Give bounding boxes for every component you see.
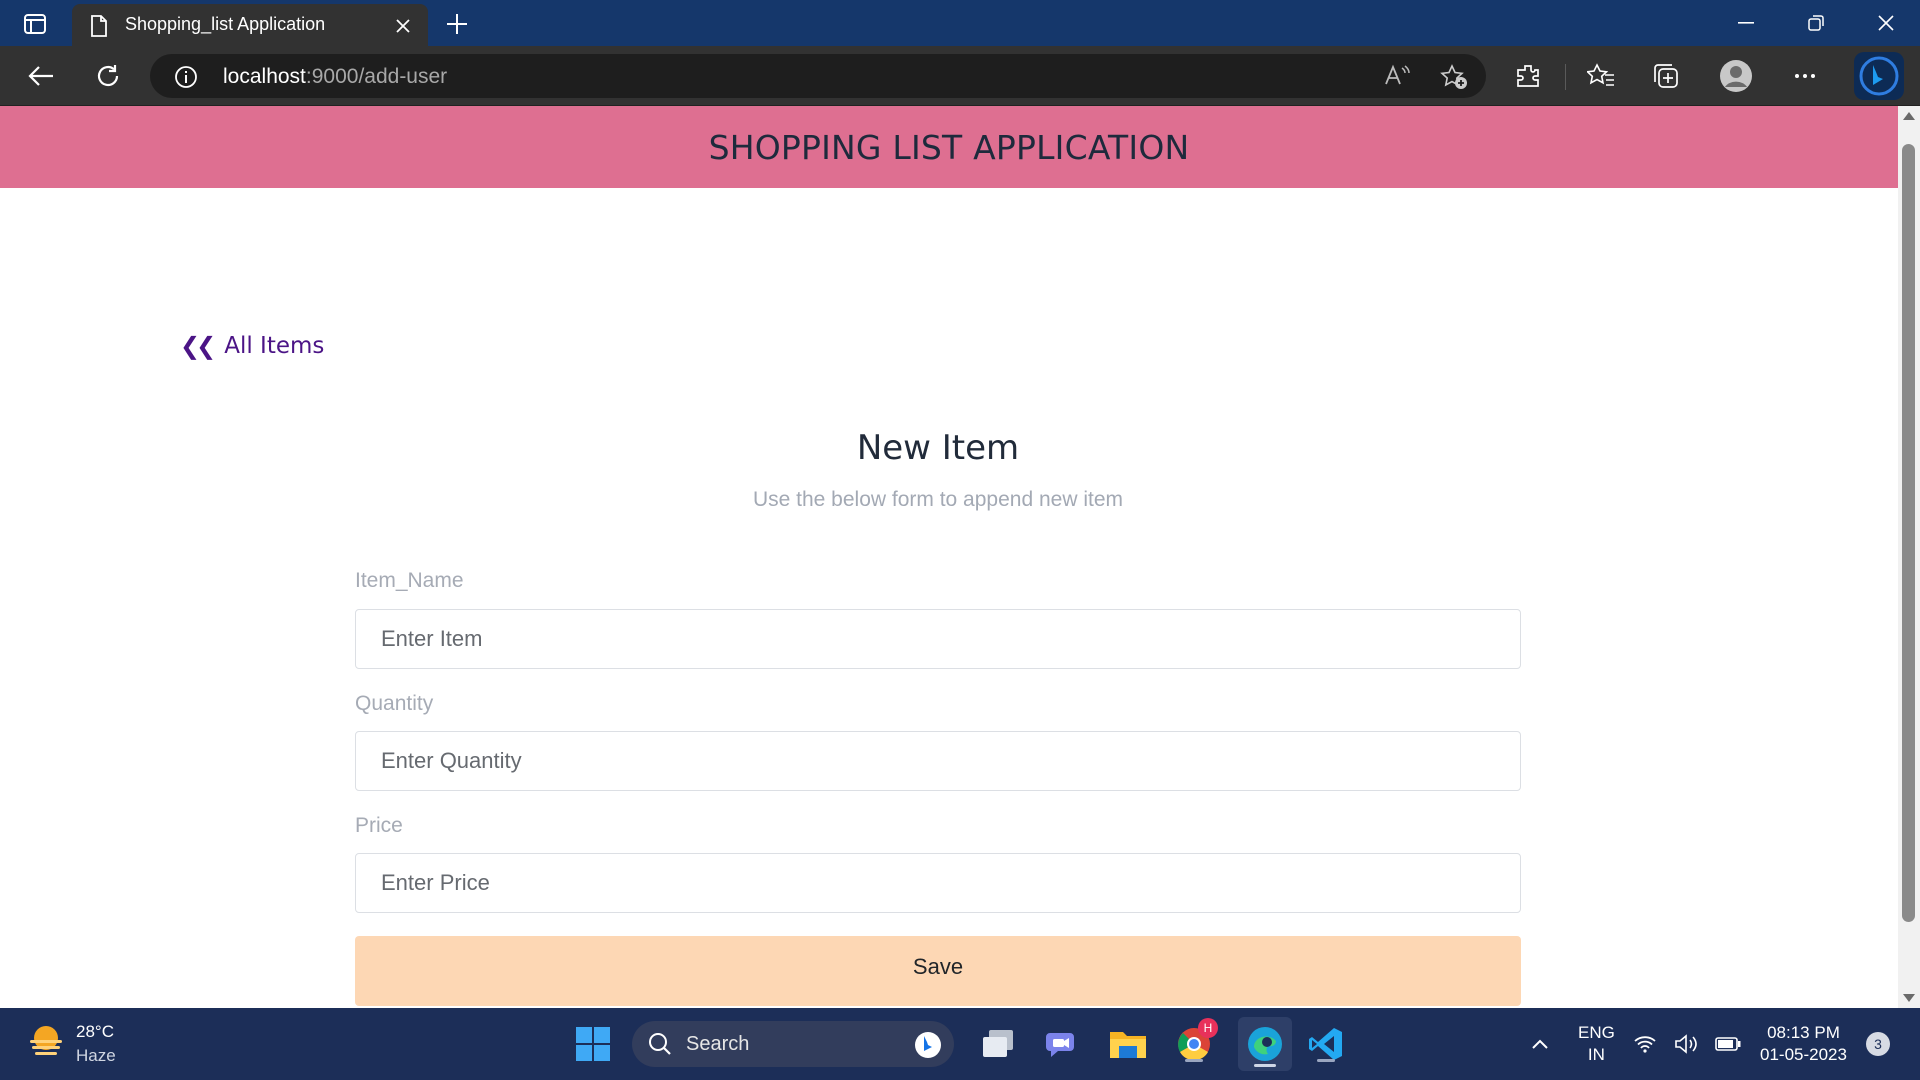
weather-temp: 28°C: [76, 1022, 114, 1041]
active-window-indicator: [1254, 1064, 1276, 1067]
bing-icon: [914, 1031, 942, 1064]
bing-chat-icon[interactable]: [1854, 52, 1904, 100]
quantity-input[interactable]: [355, 731, 1521, 791]
scroll-up-arrow-icon[interactable]: [1903, 112, 1915, 120]
price-label: Price: [355, 814, 403, 837]
weather-condition: Haze: [76, 1046, 116, 1065]
search-icon: [648, 1032, 672, 1061]
new-tab-button[interactable]: [442, 9, 472, 39]
quantity-label: Quantity: [355, 692, 434, 715]
search-label: Search: [686, 1033, 750, 1055]
page-scrollbar[interactable]: [1898, 106, 1920, 1008]
chrome-icon[interactable]: H: [1172, 1018, 1218, 1066]
form-title: New Item: [856, 428, 1020, 468]
wifi-icon[interactable]: [1630, 1022, 1660, 1066]
app-header: SHOPPING LIST APPLICATION: [0, 106, 1898, 188]
teams-chat-icon[interactable]: [1041, 1022, 1085, 1066]
url-path: :9000/add-user: [305, 65, 448, 88]
task-view-icon[interactable]: [976, 1022, 1020, 1066]
running-indicator: [1185, 1059, 1203, 1062]
save-button[interactable]: Save: [355, 936, 1521, 1006]
clock-date: 01-05-2023: [1760, 1045, 1847, 1064]
address-bar[interactable]: localhost:9000/add-user: [150, 54, 1486, 98]
scroll-thumb[interactable]: [1902, 144, 1915, 922]
profile-avatar-icon[interactable]: [1717, 58, 1755, 94]
windows-taskbar: 28°C Haze Search H ENG IN 08:13 PM 01-05…: [0, 1008, 1920, 1080]
start-windows-icon[interactable]: [571, 1022, 615, 1066]
browser-tab-active[interactable]: Shopping_list Application: [72, 4, 428, 46]
item-name-label: Item_Name: [355, 569, 464, 592]
taskbar-search[interactable]: Search: [632, 1021, 954, 1067]
read-aloud-icon[interactable]: [1384, 64, 1410, 93]
site-info-icon[interactable]: [174, 65, 198, 94]
show-hidden-icons-chevron-icon[interactable]: [1518, 1022, 1562, 1066]
tab-title: Shopping_list Application: [125, 14, 326, 34]
browser-toolbar: localhost:9000/add-user: [0, 46, 1920, 106]
weather-widget[interactable]: 28°C Haze: [26, 1020, 116, 1065]
tab-actions-icon[interactable]: [18, 11, 52, 37]
browser-tab-bar: Shopping_list Application: [0, 0, 1920, 46]
restore-icon[interactable]: [1794, 8, 1838, 38]
toolbar-separator: [1565, 64, 1566, 90]
item-name-input[interactable]: [355, 609, 1521, 669]
double-chevron-left-icon: ❮❮: [180, 332, 216, 360]
edge-icon[interactable]: [1238, 1017, 1292, 1071]
tab-close-icon[interactable]: [392, 15, 414, 37]
scroll-down-arrow-icon[interactable]: [1903, 994, 1915, 1002]
price-input[interactable]: [355, 853, 1521, 913]
all-items-label: All Items: [224, 333, 325, 359]
minimize-icon[interactable]: [1724, 8, 1768, 38]
clock-time: 08:13 PM: [1767, 1023, 1840, 1042]
language-line1: ENG: [1578, 1023, 1615, 1042]
close-window-icon[interactable]: [1864, 8, 1908, 38]
favorites-icon[interactable]: [1582, 58, 1620, 94]
file-explorer-icon[interactable]: [1106, 1022, 1150, 1066]
back-arrow-icon[interactable]: [22, 58, 60, 94]
language-indicator[interactable]: ENG IN: [1578, 1022, 1615, 1066]
url-host: localhost: [223, 65, 306, 88]
vscode-icon[interactable]: [1304, 1022, 1348, 1066]
page-icon: [90, 15, 108, 42]
page-viewport: SHOPPING LIST APPLICATION ❮❮ All Items N…: [0, 106, 1898, 1008]
all-items-link[interactable]: ❮❮ All Items: [180, 332, 324, 360]
form-subtitle: Use the below form to append new item: [752, 488, 1124, 511]
collections-icon[interactable]: [1647, 58, 1685, 94]
extensions-icon[interactable]: [1509, 58, 1547, 94]
url-text[interactable]: localhost:9000/add-user: [223, 65, 447, 89]
volume-icon[interactable]: [1672, 1022, 1702, 1066]
refresh-icon[interactable]: [89, 58, 127, 94]
app-title: SHOPPING LIST APPLICATION: [708, 127, 1190, 167]
battery-icon[interactable]: [1712, 1022, 1744, 1066]
notification-count-badge[interactable]: 3: [1866, 1032, 1890, 1056]
running-indicator: [1317, 1059, 1335, 1062]
language-line2: IN: [1587, 1045, 1605, 1064]
chrome-profile-badge: H: [1198, 1018, 1218, 1038]
clock[interactable]: 08:13 PM 01-05-2023: [1760, 1022, 1847, 1066]
more-menu-icon[interactable]: [1786, 58, 1824, 94]
haze-sun-icon: [30, 1026, 62, 1055]
add-favorite-icon[interactable]: [1440, 64, 1468, 95]
